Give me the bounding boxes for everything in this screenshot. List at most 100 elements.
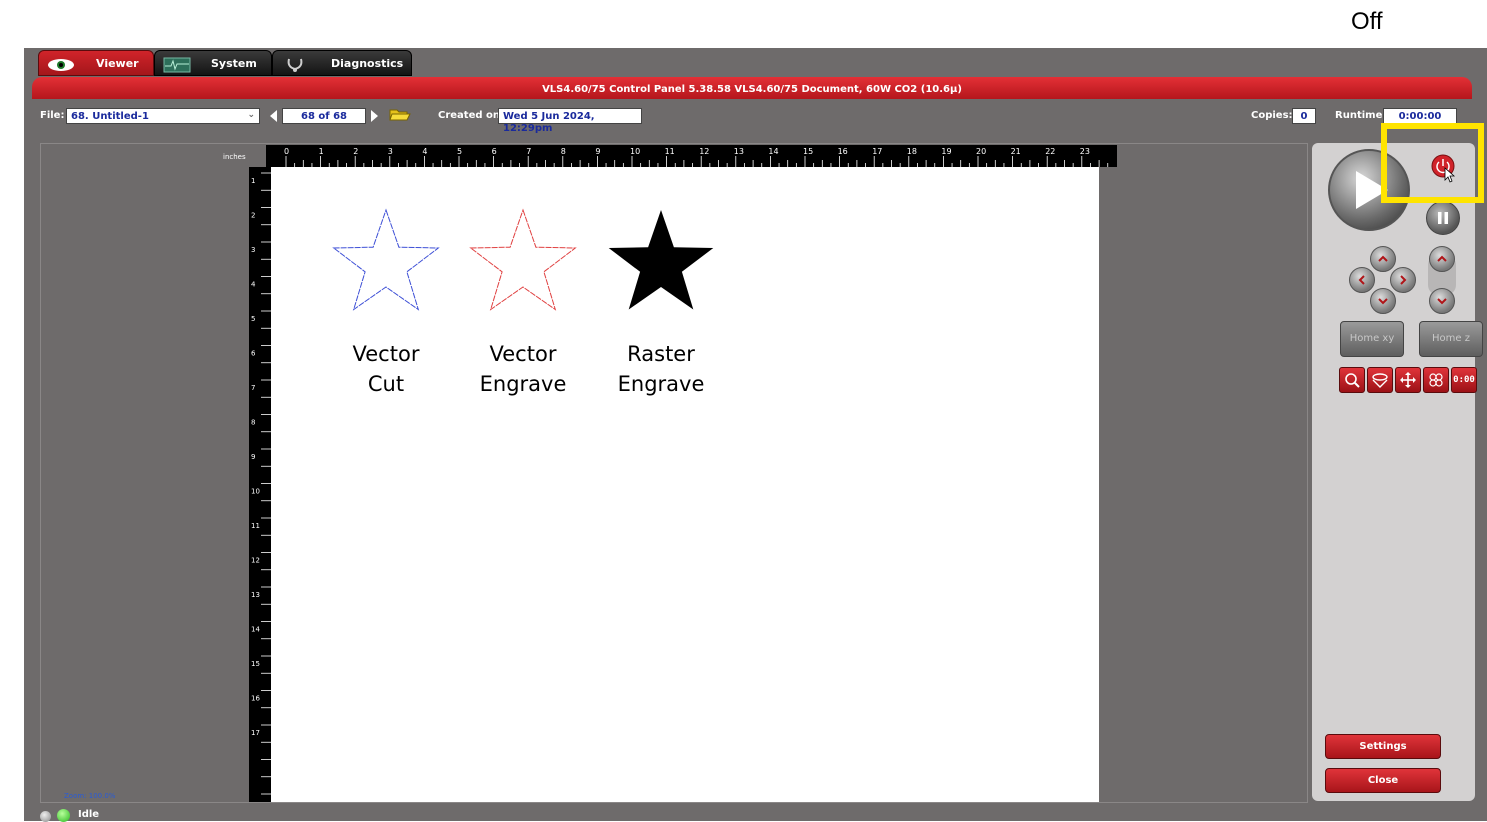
left-ruler-tick-label: 13 [251, 591, 260, 599]
status-led-grey [40, 811, 51, 822]
chevron-up-icon [1378, 255, 1388, 262]
top-ruler-tick-label: 15 [803, 147, 813, 156]
left-ruler-tick-label: 5 [251, 315, 255, 323]
top-ruler-tick-label: 19 [941, 147, 951, 156]
units-label: inches [223, 153, 246, 161]
waveform-icon [163, 57, 191, 73]
raster-engrave-label-line1: Raster [627, 342, 695, 366]
left-ruler-tick-label: 11 [251, 522, 260, 530]
stethoscope-icon [287, 58, 303, 72]
top-ruler-tick-label: 11 [665, 147, 675, 156]
top-ruler-tick-label: 4 [422, 147, 427, 156]
left-ruler: 1234567891011121314151617 [249, 167, 271, 802]
top-ruler-tick-label: 12 [699, 147, 709, 156]
home-z-button[interactable]: Home z [1419, 321, 1483, 357]
file-select-value: 68. Untitled-1 [71, 111, 149, 122]
vector-cut-label-line1: Vector [352, 342, 420, 366]
left-ruler-tick-label: 10 [251, 488, 260, 496]
top-ruler-tick-label: 3 [388, 147, 393, 156]
z-down-button[interactable] [1429, 288, 1455, 314]
jog-up-button[interactable] [1370, 246, 1396, 272]
left-ruler-tick-label: 7 [251, 384, 255, 392]
document-viewer[interactable]: inches 0 1 2 3 4 5 6 7 8 9 10 11 12 13 14 15 16 17 18 19 20 2… [40, 143, 1308, 803]
chevron-down-icon [1437, 298, 1447, 305]
open-folder-icon[interactable] [389, 106, 411, 122]
tab-viewer-label: Viewer [96, 57, 139, 70]
highlight-box [1381, 123, 1484, 203]
top-ruler-tick-label: 23 [1080, 147, 1090, 156]
home-xy-button[interactable]: Home xy [1340, 321, 1404, 357]
top-ruler-tick-label: 8 [561, 147, 566, 156]
close-button[interactable]: Close [1325, 768, 1441, 793]
left-ruler-tick-label: 3 [251, 246, 255, 254]
raster-engrave-star[interactable] [604, 207, 718, 317]
raster-engrave-label-line2: Engrave [617, 372, 705, 396]
status-led-green [57, 809, 70, 822]
z-up-button[interactable] [1429, 246, 1455, 272]
jog-down-button[interactable] [1370, 288, 1396, 314]
left-ruler-tick-label: 6 [251, 350, 256, 358]
file-select[interactable]: 68. Untitled-1 ⌄ [66, 108, 260, 124]
tab-viewer[interactable]: Viewer [38, 50, 154, 76]
left-ruler-tick-label: 9 [251, 453, 255, 461]
tab-system[interactable]: System [154, 50, 272, 76]
title-bar: VLS4.60/75 Control Panel 5.38.58 VLS4.60… [32, 77, 1472, 99]
control-panel: Home xy Home z 0:00 Settings Close [1312, 143, 1483, 801]
top-ruler-tick-label: 14 [768, 147, 778, 156]
focus-tool-button[interactable] [1367, 367, 1393, 393]
laser-control-panel-window: Viewer System Diagnostics VLS4.60/75 Con… [24, 48, 1487, 822]
pause-button[interactable] [1426, 201, 1460, 235]
top-ruler-tick-label: 21 [1011, 147, 1021, 156]
jog-left-button[interactable] [1349, 267, 1375, 293]
document-canvas[interactable]: Vector Cut Vector Engrave Raster Engrave [271, 167, 1099, 802]
copies-label: Copies: [1251, 110, 1293, 121]
created-on-value: Wed 5 Jun 2024, 12:29pm [498, 108, 642, 134]
vector-engrave-label-line1: Vector [489, 342, 557, 366]
tab-system-label: System [211, 57, 257, 70]
chevron-down-icon: ⌄ [247, 110, 255, 120]
settings-button[interactable]: Settings [1325, 734, 1441, 759]
vector-engrave-star[interactable] [466, 207, 580, 317]
move-arrows-icon [1400, 372, 1416, 388]
eye-icon [48, 59, 74, 71]
page-indicator: 68 of 68 [282, 108, 366, 124]
left-ruler-tick-label: 17 [251, 729, 260, 737]
left-ruler-tick-label: 15 [251, 660, 260, 668]
raster-engrave-label: Raster Engrave [594, 339, 728, 399]
top-ruler-tick-label: 20 [976, 147, 986, 156]
top-ruler-tick-label: 0 [284, 147, 289, 156]
next-page-arrow-icon[interactable] [371, 110, 378, 122]
jog-right-button[interactable] [1390, 267, 1416, 293]
previous-page-arrow-icon[interactable] [270, 110, 277, 122]
top-ruler-tick-label: 18 [907, 147, 917, 156]
focus-lens-icon [1372, 373, 1388, 388]
zoom-tool-button[interactable] [1339, 367, 1365, 393]
runtime-label: Runtime: [1335, 110, 1387, 121]
timer-tool-button[interactable]: 0:00 [1451, 367, 1477, 393]
top-ruler-tick-label: 13 [734, 147, 744, 156]
left-ruler-tick-label: 8 [251, 419, 255, 427]
tab-diagnostics[interactable]: Diagnostics [272, 50, 412, 76]
timer-icon: 0:00 [1453, 375, 1475, 385]
vector-cut-label: Vector Cut [326, 339, 446, 399]
top-ruler-tick-label: 16 [838, 147, 848, 156]
estimate-tool-button[interactable] [1423, 367, 1449, 393]
left-ruler-tick-label: 12 [251, 557, 260, 565]
annotation-off-label: Off [1351, 8, 1383, 35]
left-ruler-tick-label: 2 [251, 212, 255, 220]
left-ruler-tick-label: 14 [251, 626, 260, 634]
tab-diagnostics-label: Diagnostics [331, 57, 404, 70]
copies-field[interactable]: 0 [1292, 108, 1316, 124]
top-ruler-tick-label: 1 [319, 147, 324, 156]
pause-icon [1438, 212, 1448, 224]
tab-bar: Viewer System Diagnostics [24, 48, 1487, 76]
runtime-value: 0:00:00 [1383, 108, 1457, 124]
chevron-up-icon [1437, 255, 1447, 262]
left-ruler-tick-label: 16 [251, 695, 260, 703]
top-ruler-tick-label: 6 [492, 147, 497, 156]
top-ruler-tick-label: 22 [1045, 147, 1055, 156]
move-tool-button[interactable] [1395, 367, 1421, 393]
toolbar: File: 68. Untitled-1 ⌄ 68 of 68 Created … [32, 102, 1472, 134]
left-ruler-tick-label: 1 [251, 177, 255, 185]
vector-cut-star[interactable] [329, 207, 443, 317]
